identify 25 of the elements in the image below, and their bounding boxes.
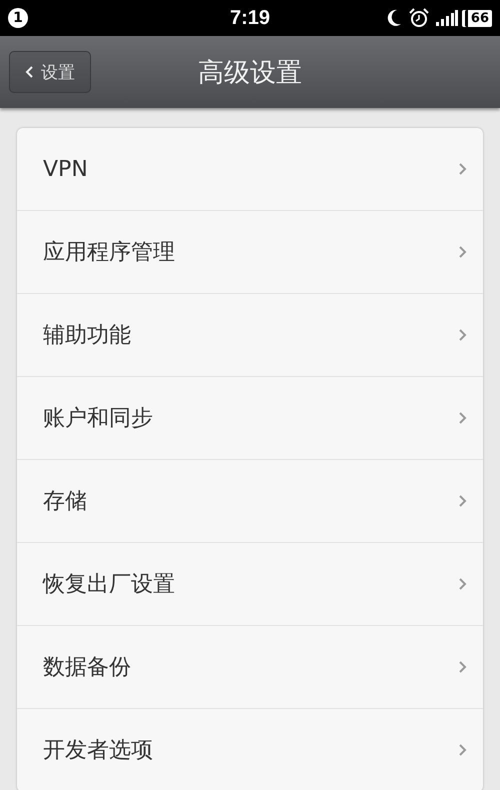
settings-item[interactable]: 辅助功能 (17, 294, 483, 377)
chevron-right-icon (459, 411, 467, 425)
chevron-right-icon (459, 328, 467, 342)
settings-item[interactable]: 数据备份 (17, 626, 483, 709)
settings-item[interactable]: 应用程序管理 (17, 211, 483, 294)
settings-item[interactable]: VPN (17, 128, 483, 211)
settings-item[interactable]: 账户和同步 (17, 377, 483, 460)
chevron-right-icon (459, 660, 467, 674)
settings-item[interactable]: 恢复出厂设置 (17, 543, 483, 626)
moon-icon (386, 9, 402, 27)
chevron-right-icon (459, 245, 467, 259)
chevron-right-icon (459, 743, 467, 757)
settings-item[interactable]: 存储 (17, 460, 483, 543)
signal-icon (436, 10, 458, 26)
settings-item[interactable]: 开发者选项 (17, 709, 483, 790)
back-button[interactable]: 设置 (9, 51, 91, 93)
alarm-icon (408, 8, 429, 28)
chevron-right-icon (459, 162, 467, 176)
chevron-right-icon (459, 577, 467, 591)
chevron-right-icon (459, 494, 467, 508)
back-chevron-icon (25, 66, 33, 78)
status-time: 7:19 (230, 6, 270, 30)
page-title: 高级设置 (198, 56, 302, 90)
battery-indicator: 66 (464, 10, 492, 26)
notification-badge: 1 (8, 8, 28, 28)
